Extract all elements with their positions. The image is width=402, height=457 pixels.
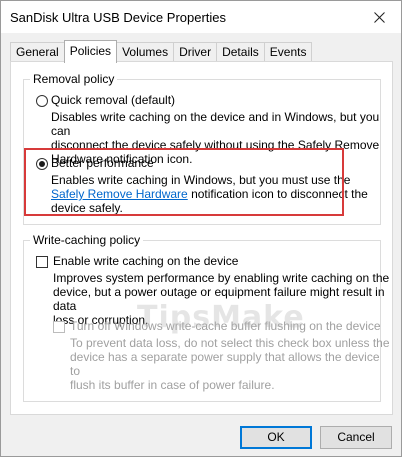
tab-volumes[interactable]: Volumes (116, 42, 175, 62)
quick-desc-line-1: Disables write caching on the device and… (51, 110, 380, 138)
removal-policy-label: Removal policy (30, 72, 118, 86)
better-desc-line-3: device safely. (51, 201, 123, 215)
turn-off-flushing-checkbox[interactable] (53, 321, 65, 333)
watermark: TipsMake (137, 300, 305, 335)
tab-details[interactable]: Details (216, 42, 265, 62)
safely-remove-hardware-link[interactable]: Safely Remove Hardware (51, 187, 188, 201)
quick-removal-label[interactable]: Quick removal (default) (51, 93, 175, 107)
better-performance-radio[interactable] (36, 158, 48, 170)
enable-write-caching-checkbox[interactable] (36, 256, 48, 268)
policies-panel: Removal policy Quick removal (default) D… (10, 61, 393, 415)
title-bar: SanDisk Ultra USB Device Properties (1, 1, 401, 33)
tab-general[interactable]: General (10, 42, 65, 62)
write-caching-policy-label: Write-caching policy (30, 233, 144, 247)
enable-desc-line-1: Improves system performance by enabling … (53, 271, 390, 285)
properties-dialog: SanDisk Ultra USB Device Properties Gene… (0, 0, 402, 457)
enable-write-caching-label[interactable]: Enable write caching on the device (53, 254, 238, 268)
turn-off-desc-line-2: device has a separate power supply that … (70, 350, 380, 378)
window-title: SanDisk Ultra USB Device Properties (10, 10, 227, 25)
cancel-button[interactable]: Cancel (320, 426, 392, 449)
tab-strip: General Policies Volumes Driver Details … (10, 40, 313, 63)
better-performance-label[interactable]: Better performance (51, 156, 154, 170)
close-icon (373, 11, 385, 23)
quick-desc-line-2: disconnect the device safely without usi… (51, 138, 380, 152)
turn-off-desc-line-3: flush its buffer in case of power failur… (70, 378, 275, 392)
tab-driver[interactable]: Driver (173, 42, 218, 62)
tab-events[interactable]: Events (263, 42, 313, 62)
better-desc-line-1: Enables write caching in Windows, but yo… (51, 173, 351, 187)
turn-off-desc-line-1: To prevent data loss, do not select this… (70, 336, 390, 350)
better-desc-line-2-rest: notification icon to disconnect the (187, 187, 368, 201)
tab-policies[interactable]: Policies (63, 40, 118, 63)
turn-off-flushing-description: To prevent data loss, do not select this… (70, 336, 392, 392)
ok-button[interactable]: OK (240, 426, 312, 449)
better-desc-line-2: Safely Remove Hardware notification icon… (51, 187, 368, 201)
close-button[interactable] (357, 1, 401, 33)
quick-removal-radio[interactable] (36, 95, 48, 107)
better-performance-description: Enables write caching in Windows, but yo… (51, 173, 368, 215)
